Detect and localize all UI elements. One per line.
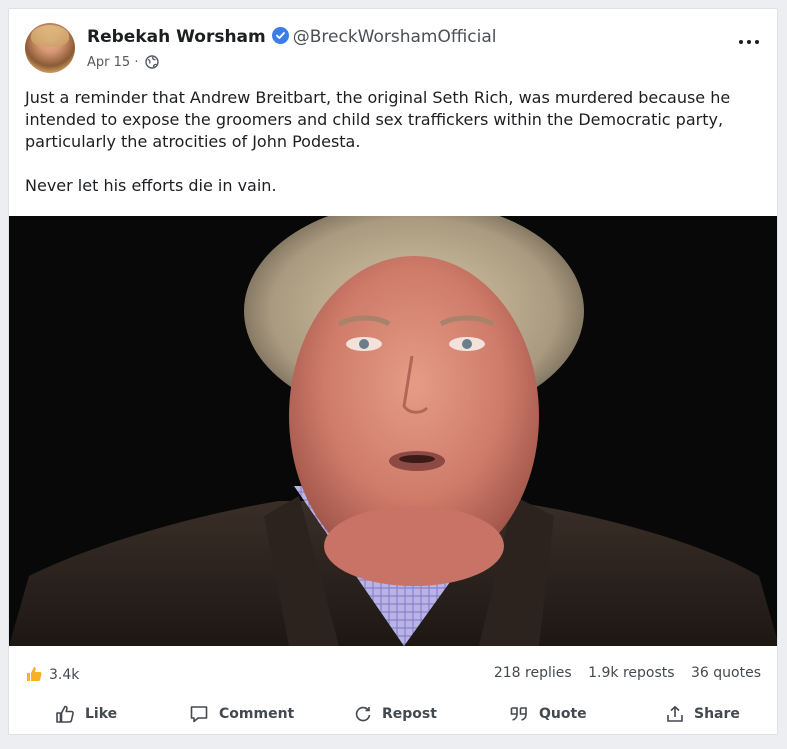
quote-button[interactable]: Quote (509, 699, 587, 729)
engagement-counts: 218 replies 1.9k reposts 36 quotes (482, 665, 761, 681)
reaction-count: 3.4k (49, 667, 80, 683)
thumbs-up-icon (25, 665, 43, 687)
repost-icon (355, 706, 371, 722)
comment-label: Comment (219, 706, 295, 722)
author-name[interactable]: Rebekah Worsham (87, 27, 266, 47)
like-icon (56, 705, 74, 723)
author-line: Rebekah Worsham @BreckWorshamOfficial (87, 27, 497, 47)
quote-icon (510, 707, 527, 721)
post-date[interactable]: Apr 15 (87, 55, 130, 70)
post-image[interactable] (9, 216, 777, 646)
repost-label: Repost (382, 706, 437, 722)
post-text: Just a reminder that Andrew Breitbart, t… (25, 87, 761, 197)
action-bar: Like Comment Repost Quote Share (9, 699, 777, 729)
comment-button[interactable]: Comment (189, 699, 294, 729)
share-button[interactable]: Share (666, 699, 740, 729)
post-card: Rebekah Worsham @BreckWorshamOfficial Apr… (8, 8, 778, 735)
author-handle[interactable]: @BreckWorshamOfficial (293, 27, 497, 47)
like-button[interactable]: Like (55, 699, 117, 729)
like-label: Like (85, 706, 118, 722)
share-icon (667, 705, 683, 722)
comment-icon (190, 706, 208, 723)
verified-badge-icon (271, 27, 289, 44)
quotes-count[interactable]: 36 quotes (691, 665, 761, 681)
reposts-count[interactable]: 1.9k reposts (588, 665, 674, 681)
repost-button[interactable]: Repost (354, 699, 437, 729)
share-label: Share (694, 706, 740, 722)
post-header: Rebekah Worsham @BreckWorshamOfficial Apr… (25, 23, 761, 73)
post-paragraph: Never let his efforts die in vain. (25, 176, 277, 195)
more-options-icon[interactable] (739, 35, 761, 49)
avatar[interactable] (25, 23, 75, 73)
replies-count[interactable]: 218 replies (494, 665, 572, 681)
post-meta: Apr 15 · (87, 55, 159, 73)
engagement-stats: 3.4k 218 replies 1.9k reposts 36 quotes (25, 665, 761, 687)
meta-separator: · (134, 55, 139, 70)
quote-label: Quote (539, 706, 587, 722)
post-paragraph: Just a reminder that Andrew Breitbart, t… (25, 88, 731, 151)
reactions-summary[interactable]: 3.4k (25, 665, 79, 687)
globe-icon (144, 55, 159, 73)
